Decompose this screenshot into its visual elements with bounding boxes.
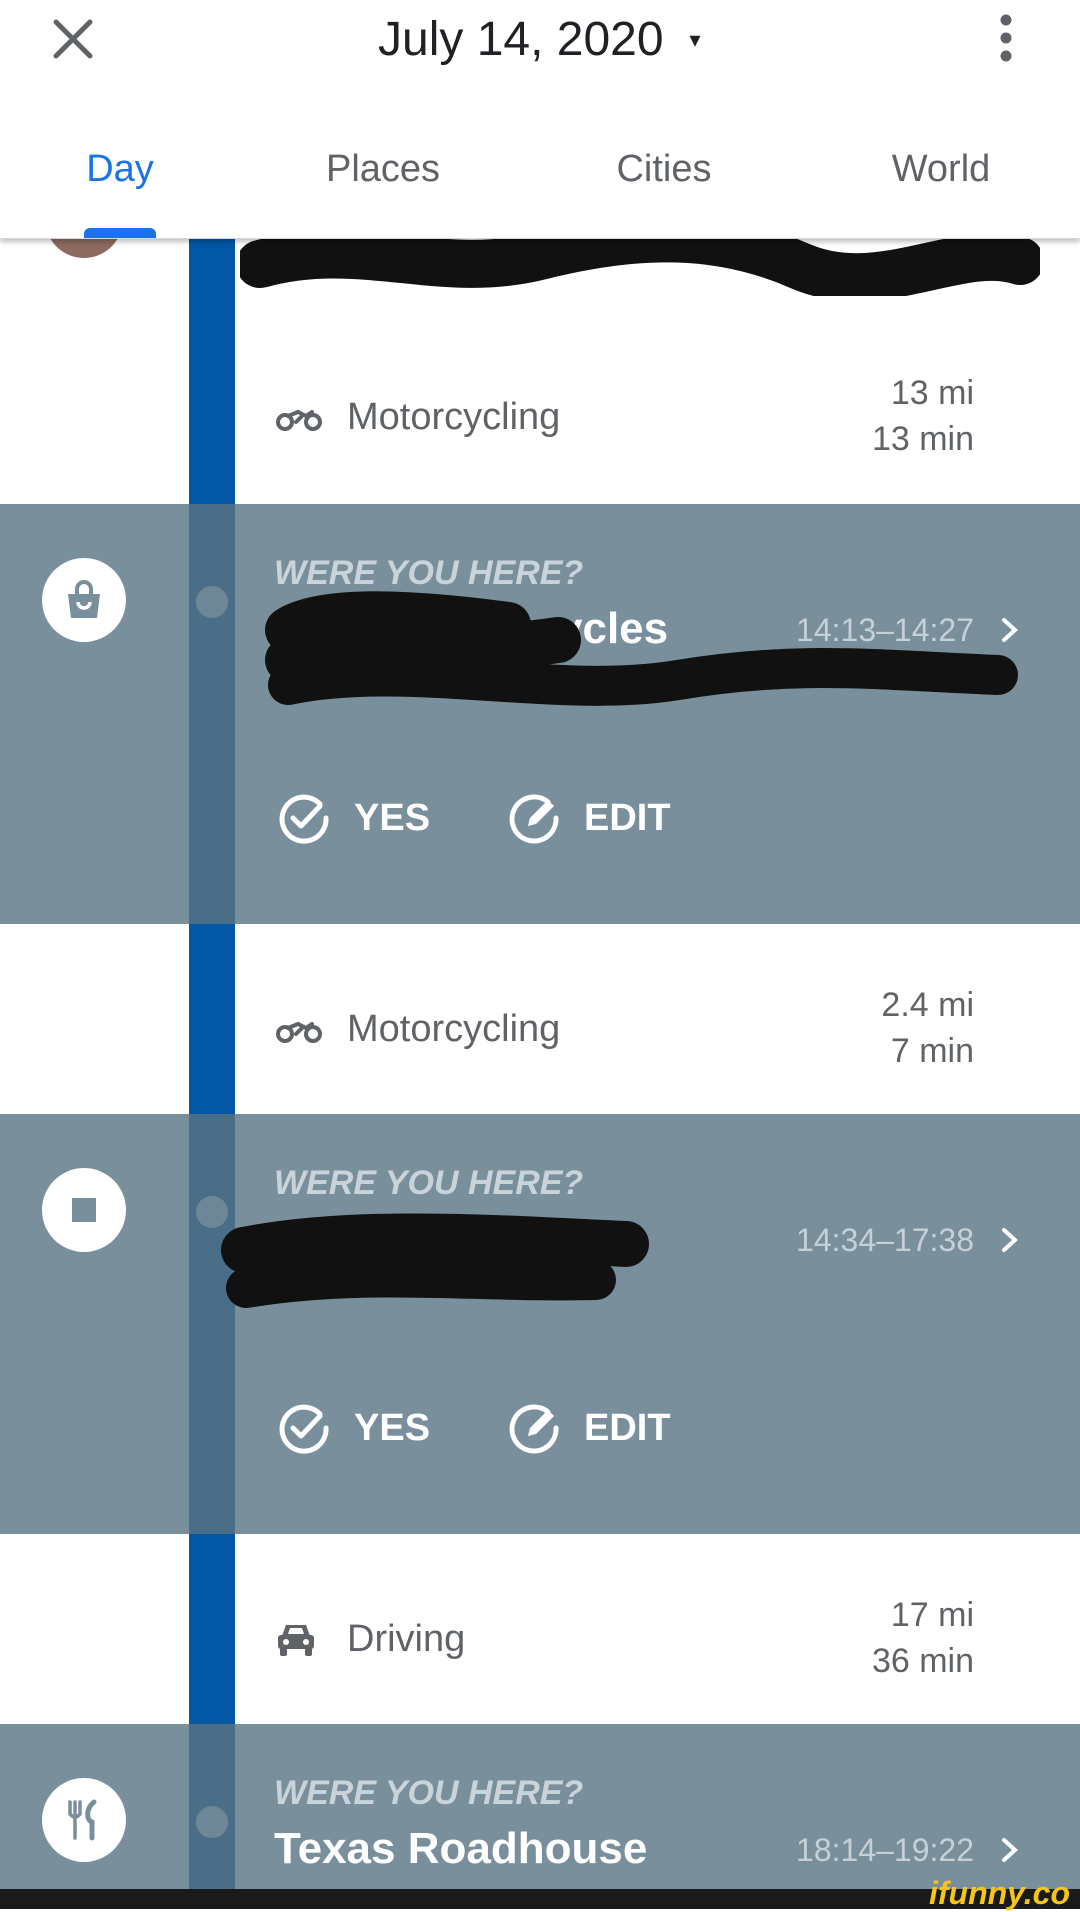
more-options-button[interactable] bbox=[998, 14, 1014, 62]
were-you-here-prompt: WERE YOU HERE? bbox=[274, 554, 584, 592]
edit-button[interactable]: EDIT bbox=[506, 790, 671, 846]
travel-duration: 7 min bbox=[890, 1032, 974, 1070]
tab-bar: Day Places Cities World bbox=[0, 148, 1080, 208]
restaurant-icon bbox=[68, 1799, 97, 1841]
place-icon-badge bbox=[42, 1778, 126, 1862]
edit-circle-icon bbox=[509, 1404, 559, 1454]
tab-world[interactable]: World bbox=[892, 148, 991, 191]
travel-distance: 13 mi bbox=[890, 374, 974, 412]
travel-distance: 2.4 mi bbox=[881, 986, 974, 1024]
redaction-scribble bbox=[221, 1213, 649, 1308]
app-header: July 14, 2020 ▾ Day Places Cities World bbox=[0, 0, 1080, 239]
chevron-right-icon[interactable] bbox=[1000, 1226, 1020, 1254]
place-icon-badge bbox=[42, 1168, 126, 1252]
tab-places[interactable]: Places bbox=[326, 148, 440, 191]
watermark-text: ifunny.co bbox=[928, 1875, 1070, 1911]
date-label: July 14, 2020 bbox=[378, 13, 664, 66]
yes-label: YES bbox=[354, 1406, 431, 1449]
timeline-dot bbox=[196, 586, 228, 618]
travel-duration: 13 min bbox=[871, 420, 974, 458]
travel-mode: Driving bbox=[347, 1618, 466, 1660]
travel-segment[interactable]: Driving 17 mi 36 min bbox=[0, 1534, 1080, 1724]
travel-mode: Motorcycling bbox=[347, 396, 561, 438]
edit-label: EDIT bbox=[584, 1406, 671, 1449]
travel-distance: 17 mi bbox=[890, 1596, 974, 1634]
motorcycle-icon bbox=[276, 409, 322, 431]
stop-icon bbox=[72, 1198, 96, 1222]
close-icon bbox=[53, 19, 93, 59]
edit-button[interactable]: EDIT bbox=[506, 1400, 671, 1456]
place-icon-badge bbox=[42, 558, 126, 642]
motorcycle-icon bbox=[276, 1021, 322, 1043]
watermark-bar: ifunny.co bbox=[0, 1875, 1080, 1911]
were-you-here-prompt: WERE YOU HERE? bbox=[274, 1164, 584, 1202]
car-icon bbox=[278, 1625, 314, 1656]
travel-duration: 36 min bbox=[871, 1642, 974, 1680]
timeline-track-overlay bbox=[189, 504, 235, 924]
visit-time-range: 18:14–19:22 bbox=[796, 1832, 974, 1868]
visit-time-range: 14:34–17:38 bbox=[796, 1222, 974, 1258]
travel-mode: Motorcycling bbox=[347, 1008, 561, 1050]
close-button[interactable] bbox=[50, 16, 96, 62]
yes-label: YES bbox=[354, 796, 431, 839]
active-tab-indicator bbox=[84, 228, 156, 238]
date-selector[interactable]: July 14, 2020 ▾ bbox=[378, 12, 701, 67]
check-circle-icon bbox=[279, 794, 329, 844]
yes-button[interactable]: YES bbox=[276, 1400, 430, 1456]
visit-card[interactable]: WERE YOU HERE? Texas Roadhouse 18:14–19:… bbox=[0, 1724, 1080, 1889]
chevron-right-icon[interactable] bbox=[1000, 1836, 1020, 1864]
edit-label: EDIT bbox=[584, 796, 671, 839]
timeline-dot bbox=[196, 1806, 228, 1838]
tab-day[interactable]: Day bbox=[86, 148, 154, 191]
travel-segment[interactable]: Motorcycling 2.4 mi 7 min bbox=[0, 924, 1080, 1114]
edit-circle-icon bbox=[509, 794, 559, 844]
were-you-here-prompt: WERE YOU HERE? bbox=[274, 1774, 584, 1812]
place-name: Texas Roadhouse bbox=[274, 1824, 648, 1873]
redaction-scribble bbox=[265, 591, 1018, 706]
more-vert-icon bbox=[1000, 14, 1012, 62]
dropdown-caret-icon: ▾ bbox=[689, 26, 701, 52]
tab-cities[interactable]: Cities bbox=[616, 148, 711, 191]
yes-button[interactable]: YES bbox=[276, 790, 430, 846]
check-circle-icon bbox=[279, 1404, 329, 1454]
shopping-bag-icon bbox=[68, 580, 100, 618]
